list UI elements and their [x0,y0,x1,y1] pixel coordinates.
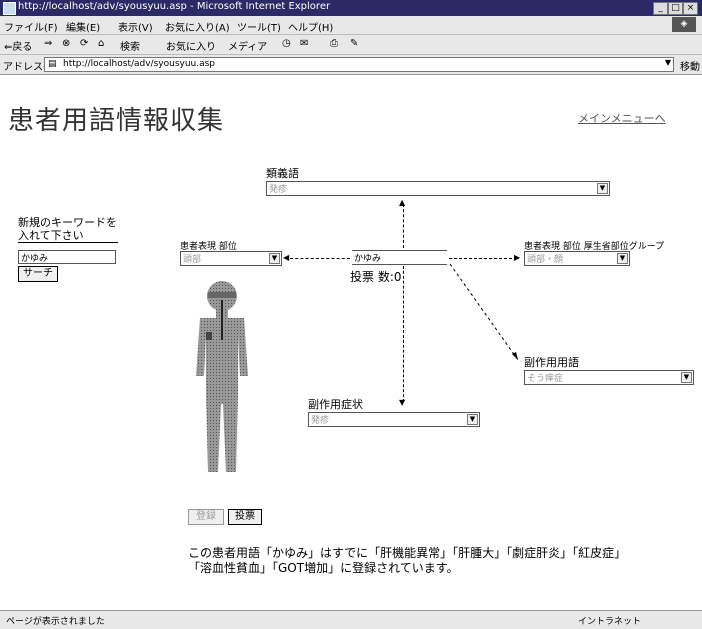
keyword-prompt: 新規のキーワードを入れて下さい [18,216,118,243]
synonym-select[interactable]: 発疹 ▼ [266,181,610,196]
side-effect-term-label: 副作用用語 [524,356,579,369]
chevron-down-icon: ▼ [597,183,608,194]
address-dropdown-icon[interactable]: ▼ [665,58,671,67]
chevron-down-icon: ▼ [617,253,628,264]
status-text: ページが表示されました [6,617,105,627]
menu-edit[interactable]: 編集(E) [66,19,100,34]
side-effect-symptom-label: 副作用症状 [308,398,363,411]
menu-help[interactable]: ヘルプ(H) [288,19,333,34]
keyword-input[interactable]: かゆみ [18,250,116,264]
main-menu-link[interactable]: メインメニューへ [578,110,666,126]
minimize-icon[interactable]: _ [653,2,668,15]
media-button[interactable]: メディア [228,38,267,53]
chevron-down-icon: ▼ [269,253,280,264]
page-icon: ▤ [48,59,57,69]
page-title: 患者用語情報収集 [8,106,225,136]
connector-diagonal [449,263,519,361]
keyword-value: かゆみ [21,254,49,264]
history-icon[interactable]: ◷ [282,38,291,49]
address-bar: アドレス(D) ▤ http://localhost/adv/syousyuu.… [0,55,702,75]
register-button[interactable]: 登録 [188,509,224,525]
ie-icon [3,2,16,15]
connector-up [403,204,404,248]
address-input[interactable]: ▤ http://localhost/adv/syousyuu.asp ▼ [44,57,674,72]
center-term: かゆみ [354,254,382,264]
synonym-value: 発疹 [269,185,288,195]
search-submit-button[interactable]: サーチ [18,266,58,282]
zone-text: イントラネット [578,617,642,627]
address-url: http://localhost/adv/syousyuu.asp [63,59,216,69]
edit-icon[interactable]: ✎ [350,38,358,49]
menu-favorites[interactable]: お気に入り(A) [165,19,230,34]
toolbar: ⇐戻る ⇒ ⊗ ⟳ ⌂ 検索 お気に入り メディア ◷ ✉ ⎙ ✎ [0,35,702,55]
group-value: 頭部・顔 [527,255,564,265]
back-button[interactable]: ⇐戻る [4,38,32,53]
windows-logo-icon: ◈ [672,17,696,32]
menu-bar: ファイル(F) 編集(E) 表示(V) お気に入り(A) ツール(T) ヘルプ(… [0,16,702,35]
body-figure-icon[interactable] [186,276,258,476]
mail-icon[interactable]: ✉ [300,38,308,49]
arrow-right-icon: ▶ [514,253,521,262]
maximize-icon[interactable]: □ [668,2,683,15]
search-button[interactable]: 検索 [120,38,140,53]
menu-view[interactable]: 表示(V) [118,19,153,34]
print-icon[interactable]: ⎙ [330,38,338,49]
message-line-2: 「溶血性貧血」「GOT増加」に登録されています。 [188,561,459,575]
status-bar: ページが表示されました イントラネット [0,610,702,629]
chevron-down-icon: ▼ [467,414,478,425]
vote-button[interactable]: 投票 [228,509,262,525]
menu-file[interactable]: ファイル(F) [4,19,58,34]
side-effect-term-value: そう痒症 [527,374,564,384]
menu-tools[interactable]: ツール(T) [237,19,281,34]
home-icon[interactable]: ⌂ [98,38,104,49]
patient-part-value: 頭部 [183,255,202,265]
group-select[interactable]: 頭部・顔 ▼ [524,251,630,266]
vote-count: 投票 数:0 [350,270,402,284]
patient-part-select[interactable]: 頭部 ▼ [180,251,282,266]
center-term-box: かゆみ [352,250,447,265]
stop-icon[interactable]: ⊗ [62,38,70,49]
side-effect-symptom-select[interactable]: 発疹 ▼ [308,412,480,427]
window-title: http://localhost/adv/syousyuu.asp - Micr… [18,1,331,12]
arrow-left-icon: ◀ [283,253,290,262]
forward-button[interactable]: ⇒ [44,38,52,49]
side-effect-symptom-value: 発疹 [311,416,330,426]
synonym-label: 類義語 [266,167,299,180]
connector-right [449,258,517,259]
arrow-up-icon: ▲ [399,198,406,207]
connector-down [403,266,404,402]
favorites-button[interactable]: お気に入り [166,38,216,53]
arrow-down-icon: ▼ [399,398,406,407]
chevron-down-icon: ▼ [681,372,692,383]
go-button[interactable]: 移動 [680,58,700,73]
close-icon[interactable]: × [683,2,698,15]
side-effect-term-select[interactable]: そう痒症 ▼ [524,370,694,385]
window-titlebar: http://localhost/adv/syousyuu.asp - Micr… [0,0,702,16]
connector-left [290,258,350,259]
refresh-icon[interactable]: ⟳ [80,38,88,49]
